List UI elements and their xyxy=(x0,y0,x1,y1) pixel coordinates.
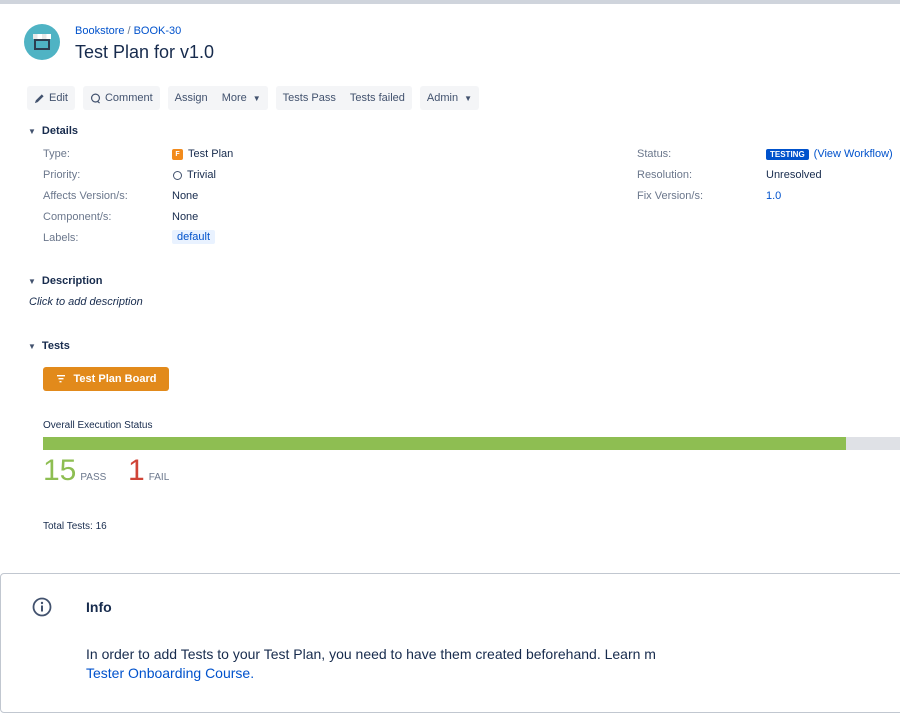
description-placeholder[interactable]: Click to add description xyxy=(29,296,143,308)
breadcrumb-separator: / xyxy=(127,25,131,37)
admin-button-label: Admin xyxy=(426,92,459,104)
comment-button-label: Comment xyxy=(104,92,153,104)
breadcrumb: Bookstore / BOOK-30 xyxy=(75,25,181,37)
chevron-down-icon: ▼ xyxy=(28,341,36,351)
status-label: Status: xyxy=(637,148,672,160)
type-value-text: Test Plan xyxy=(188,148,234,160)
type-value: F Test Plan xyxy=(172,148,233,160)
execution-pass-fill xyxy=(43,437,847,450)
tests-heading: Tests xyxy=(41,340,70,352)
edit-button[interactable]: Edit xyxy=(27,86,75,110)
priority-value: Trivial xyxy=(173,169,216,181)
breadcrumb-project-link[interactable]: Bookstore xyxy=(75,25,125,37)
chevron-down-icon: ▼ xyxy=(464,93,472,103)
status-value: TESTING (View Workflow) xyxy=(766,148,893,160)
status-lozenge: TESTING xyxy=(766,148,809,160)
chevron-down-icon: ▼ xyxy=(28,276,36,286)
fail-count-number: 1 xyxy=(128,454,145,487)
info-text: In order to add Tests to your Test Plan,… xyxy=(86,646,656,662)
pass-count: 15 PASS xyxy=(43,456,106,486)
assign-button[interactable]: Assign xyxy=(167,86,215,110)
resolution-value: Unresolved xyxy=(766,169,822,181)
priority-label: Priority: xyxy=(43,169,81,181)
admin-button[interactable]: Admin ▼ xyxy=(419,86,479,110)
issue-toolbar: Edit Comment Assign More ▼ Tests Pass Te… xyxy=(27,86,479,110)
view-workflow-link[interactable]: (View Workflow) xyxy=(814,148,893,160)
more-button[interactable]: More ▼ xyxy=(214,86,268,110)
component-label: Component/s: xyxy=(43,211,112,223)
type-label: Type: xyxy=(43,148,70,160)
fix-version-link[interactable]: 1.0 xyxy=(766,190,781,202)
pencil-icon xyxy=(34,93,44,103)
labels-value: default xyxy=(172,230,216,244)
priority-value-text: Trivial xyxy=(187,169,216,181)
priority-trivial-icon xyxy=(173,170,182,180)
chevron-down-icon: ▼ xyxy=(252,93,261,103)
chevron-down-icon: ▼ xyxy=(28,126,36,136)
comment-icon xyxy=(90,93,101,104)
info-icon xyxy=(32,597,52,617)
fail-count-label: FAIL xyxy=(148,472,170,483)
fail-count: 1 FAIL xyxy=(128,456,169,486)
board-icon xyxy=(56,375,65,383)
transition-button-group: Tests Pass Tests failed xyxy=(275,86,412,110)
issue-title[interactable]: Test Plan for v1.0 xyxy=(75,42,214,63)
labels-label: Labels: xyxy=(43,232,79,244)
comment-button[interactable]: Comment xyxy=(82,86,160,110)
pass-count-number: 15 xyxy=(43,454,77,487)
breadcrumb-issue-link[interactable]: BOOK-30 xyxy=(134,25,182,37)
info-panel xyxy=(0,573,900,713)
store-icon xyxy=(33,34,51,50)
pass-count-label: PASS xyxy=(80,472,107,483)
label-chip[interactable]: default xyxy=(172,230,216,244)
tester-onboarding-link[interactable]: Tester Onboarding Course. xyxy=(86,665,254,681)
tests-pass-button[interactable]: Tests Pass xyxy=(275,86,343,110)
workflow-button-group: Assign More ▼ xyxy=(167,86,268,110)
fix-version-label: Fix Version/s: xyxy=(637,190,704,202)
info-title: Info xyxy=(86,599,112,615)
tests-failed-button[interactable]: Tests failed xyxy=(342,86,412,110)
details-section-toggle[interactable]: ▼ Details xyxy=(28,125,78,137)
project-avatar[interactable] xyxy=(24,24,60,60)
affects-version-value: None xyxy=(172,190,199,202)
edit-button-label: Edit xyxy=(49,92,68,104)
resolution-label: Resolution: xyxy=(637,169,693,181)
affects-version-label: Affects Version/s: xyxy=(43,190,128,202)
description-section-toggle[interactable]: ▼ Description xyxy=(28,275,102,287)
top-border xyxy=(0,0,900,4)
execution-status-title: Overall Execution Status xyxy=(43,420,153,431)
tests-section-toggle[interactable]: ▼ Tests xyxy=(28,340,70,352)
test-plan-board-button[interactable]: Test Plan Board xyxy=(43,367,169,391)
total-tests: Total Tests: 16 xyxy=(43,521,107,532)
execution-status-bar xyxy=(43,437,900,450)
description-heading: Description xyxy=(41,275,103,287)
test-plan-icon: F xyxy=(172,148,183,160)
more-button-label: More xyxy=(221,92,247,104)
details-heading: Details xyxy=(41,125,78,137)
component-value: None xyxy=(172,211,199,223)
test-plan-board-label: Test Plan Board xyxy=(73,373,157,385)
